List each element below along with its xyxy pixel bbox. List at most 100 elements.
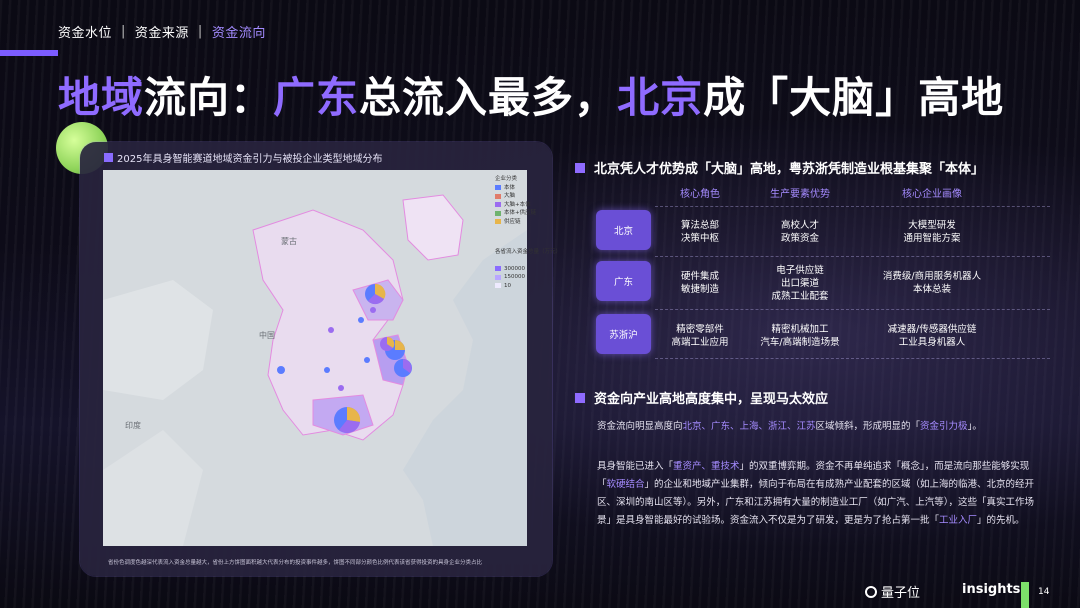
cell-factor: 精密机械加工 汽车/高端制造场景: [730, 323, 870, 349]
legend-item: 大脑: [495, 192, 561, 201]
legend-label: 本体: [504, 184, 516, 191]
highlight-text: 软硬结合: [606, 479, 645, 490]
square-icon: [575, 162, 585, 173]
pie-small[interactable]: [324, 367, 330, 373]
map-legend: 企业分类 本体 大脑 大脑+本体 本体+供应链 供应链 各省流入资金总量（万元）…: [495, 175, 561, 290]
square-icon: [575, 392, 585, 403]
nav-item-water-level[interactable]: 资金水位: [58, 22, 112, 41]
cell-profile: 消费级/商用服务机器人 本体总装: [862, 270, 1002, 296]
highlight-text: 资金引力极: [920, 421, 968, 432]
map-title-text: 2025年具身智能赛道地域资金引力与被投企业类型地域分布: [117, 154, 383, 165]
legend-size-item: 150000: [495, 273, 561, 282]
column-header: 核心企业画像: [902, 189, 962, 200]
cell-line: 高校人才: [780, 220, 819, 231]
divider: [655, 206, 1050, 207]
square-icon: [104, 153, 113, 162]
column-header: 生产要素优势: [770, 189, 830, 200]
page-number: 14: [1038, 587, 1050, 597]
legend-item: 大脑+本体: [495, 201, 561, 210]
cell-line: 电子供应链: [776, 265, 824, 276]
cell-line: 成熟工业配套: [771, 291, 829, 302]
logo-text: 量子位: [881, 586, 921, 601]
legend-swatch: [495, 210, 501, 216]
cell-line: 政策资金: [780, 233, 819, 244]
cell-line: 本体总装: [912, 284, 951, 295]
cell-factor: 电子供应链出口渠道成熟工业配套: [730, 264, 870, 303]
section1-heading: 北京凭人才优势成「大脑」高地，粤苏浙凭制造业根基集聚「本体」: [575, 158, 984, 177]
paragraph-2: 具身智能已进入「重资产、重技术」的双重博弈期。资金不再单纯追求「概念」，而是流向…: [597, 458, 1043, 530]
pie-guangdong[interactable]: [334, 406, 361, 433]
title-highlight: 北京: [617, 73, 704, 122]
legend-label: 10: [504, 282, 511, 289]
title-text: 总流入最多，: [359, 73, 618, 122]
legend-label: 150000: [504, 274, 525, 280]
highlight-text: 北京、广东、上海、浙江、江苏: [682, 421, 816, 432]
title-highlight: 广东: [273, 73, 360, 122]
pie-small[interactable]: [370, 307, 376, 313]
text: 具身智能已进入「: [597, 461, 674, 472]
text: 区域倾斜，形成明显的「: [815, 421, 921, 432]
pie-beijing[interactable]: [365, 283, 386, 305]
legend-item: 本体+供应链: [495, 209, 561, 218]
pie-small[interactable]: [364, 357, 370, 363]
cell-line: 出口渠道: [780, 278, 819, 289]
nav-item-flow[interactable]: 资金流向: [212, 22, 266, 41]
legend-swatch: [495, 283, 501, 289]
legend-swatch: [495, 185, 501, 191]
text: 」的先机。: [977, 515, 1025, 526]
legend-swatch: [495, 274, 501, 280]
page-title: 地域流向：广东总流入最多，北京成「大脑」高地: [58, 64, 1004, 125]
cell-line: 减速器/传感器供应链: [887, 324, 977, 335]
map-footnote: 省份色调度色越深代表流入资金总量越大，省份上方饼图面积越大代表分布的投资事件越多…: [108, 560, 483, 566]
pie-small[interactable]: [358, 317, 364, 323]
cell-profile: 大模型研发通用智能方案: [862, 219, 1002, 245]
logo-icon: [865, 585, 877, 598]
cell-line: 通用智能方案: [903, 233, 961, 244]
insights-logo: insights: [962, 582, 1021, 597]
nav-item-source[interactable]: 资金来源: [135, 22, 189, 41]
china-map[interactable]: 蒙古 中国 印度: [103, 170, 527, 546]
nav-separator: |: [121, 24, 126, 39]
pie-small[interactable]: [328, 327, 334, 333]
nav-separator: |: [197, 24, 203, 39]
legend-label: 大脑: [504, 193, 516, 199]
title-text: 流向：: [144, 73, 274, 122]
highlight-text: 工业入厂: [939, 515, 978, 526]
pie-layer: [277, 283, 412, 433]
legend-title: 企业分类: [495, 176, 518, 182]
legend-label: 300000: [504, 265, 525, 272]
cell-line: 消费级/商用服务机器人: [882, 271, 982, 282]
footer-logo: 量子位: [865, 582, 920, 601]
legend-swatch: [495, 266, 501, 272]
divider: [655, 256, 1050, 257]
legend-item: 供应链: [495, 218, 561, 227]
breadcrumb-nav: 资金水位 | 资金来源 | 资金流向: [58, 22, 266, 41]
pie-zhejiang[interactable]: [394, 359, 412, 377]
legend-swatch: [495, 219, 501, 225]
green-accent-bar: [1021, 582, 1029, 608]
legend-label: 大脑+本体: [504, 201, 531, 208]
title-highlight: 地域: [58, 73, 145, 122]
pie-small[interactable]: [338, 385, 344, 391]
cell-profile: 减速器/传感器供应链 工业具身机器人: [862, 323, 1002, 349]
legend-label: 供应链: [504, 218, 521, 225]
legend-size-item: 10: [495, 282, 561, 291]
paragraph-1: 资金流向明显高度向北京、广东、上海、浙江、江苏区域倾斜，形成明显的「资金引力极」…: [597, 418, 1043, 436]
cell-line: 工业具身机器人: [898, 337, 966, 348]
section2-heading-text: 资金向产业高地高度集中，呈现马太效应: [594, 392, 829, 407]
pie-small[interactable]: [277, 366, 285, 374]
legend-swatch: [495, 193, 501, 199]
legend-size-title: 各省流入资金总量（万元）: [495, 249, 562, 255]
accent-line: [0, 50, 58, 56]
text: 」。: [967, 421, 982, 432]
section1-heading-text: 北京凭人才优势成「大脑」高地，粤苏浙凭制造业根基集聚「本体」: [594, 162, 985, 177]
cell-line: 汽车/高端制造场景: [760, 337, 840, 348]
divider: [655, 358, 1050, 359]
legend-size-item: 300000: [495, 265, 561, 274]
section2-heading: 资金向产业高地高度集中，呈现马太效应: [575, 388, 828, 407]
highlight-text: 重资产、重技术: [673, 461, 740, 472]
text: 资金流向明显高度向: [597, 421, 683, 432]
cell-line: 大模型研发: [908, 220, 956, 231]
divider: [655, 309, 1050, 310]
legend-label: 本体+供应链: [504, 210, 537, 216]
